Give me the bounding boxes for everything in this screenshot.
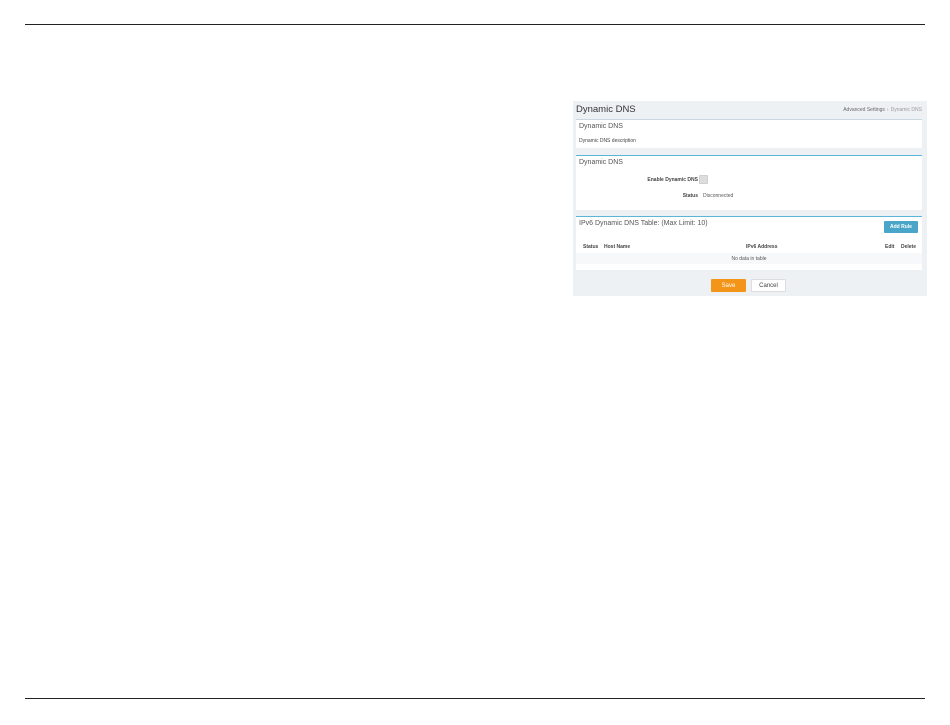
- status-value: Disconnected: [703, 193, 734, 199]
- ipv6-table-title: IPv6 Dynamic DNS Table: (Max Limit: 10): [579, 220, 708, 227]
- settings-card: Dynamic DNS Enable Dynamic DNS Status Di…: [576, 155, 922, 210]
- info-card-description: Dynamic DNS description: [579, 138, 636, 144]
- add-rule-button[interactable]: Add Rule: [884, 221, 918, 233]
- info-card-title: Dynamic DNS: [579, 123, 623, 130]
- table-empty-row: No data in table: [576, 253, 922, 264]
- column-header-edit: Edit: [885, 244, 895, 250]
- settings-card-title: Dynamic DNS: [579, 159, 623, 166]
- top-divider: [25, 24, 925, 25]
- dynamic-dns-panel: Dynamic DNS Advanced Settings › Dynamic DN…: [573, 101, 927, 296]
- ipv6-table-card: IPv6 Dynamic DNS Table: (Max Limit: 10) …: [576, 216, 922, 270]
- column-header-status: Status: [583, 244, 599, 250]
- save-button[interactable]: Save: [711, 279, 746, 292]
- enable-dynamic-dns-checkbox[interactable]: [699, 175, 708, 184]
- breadcrumb-separator: ›: [886, 107, 889, 113]
- column-header-ipv6-address: IPv6 Address: [746, 244, 778, 250]
- bottom-divider: [25, 698, 925, 699]
- breadcrumb: Advanced Settings › Dynamic DNS: [843, 107, 922, 113]
- status-label: Status: [682, 193, 698, 199]
- page-title: Dynamic DNS: [576, 104, 636, 115]
- cancel-button[interactable]: Cancel: [751, 279, 786, 292]
- breadcrumb-current: Dynamic DNS: [890, 107, 922, 113]
- enable-dynamic-dns-label: Enable Dynamic DNS: [647, 177, 698, 183]
- breadcrumb-parent-link[interactable]: Advanced Settings: [843, 107, 885, 113]
- info-card: Dynamic DNS Dynamic DNS description: [576, 119, 922, 148]
- column-header-delete: Delete: [901, 244, 917, 250]
- column-header-host-name: Host Name: [604, 244, 631, 250]
